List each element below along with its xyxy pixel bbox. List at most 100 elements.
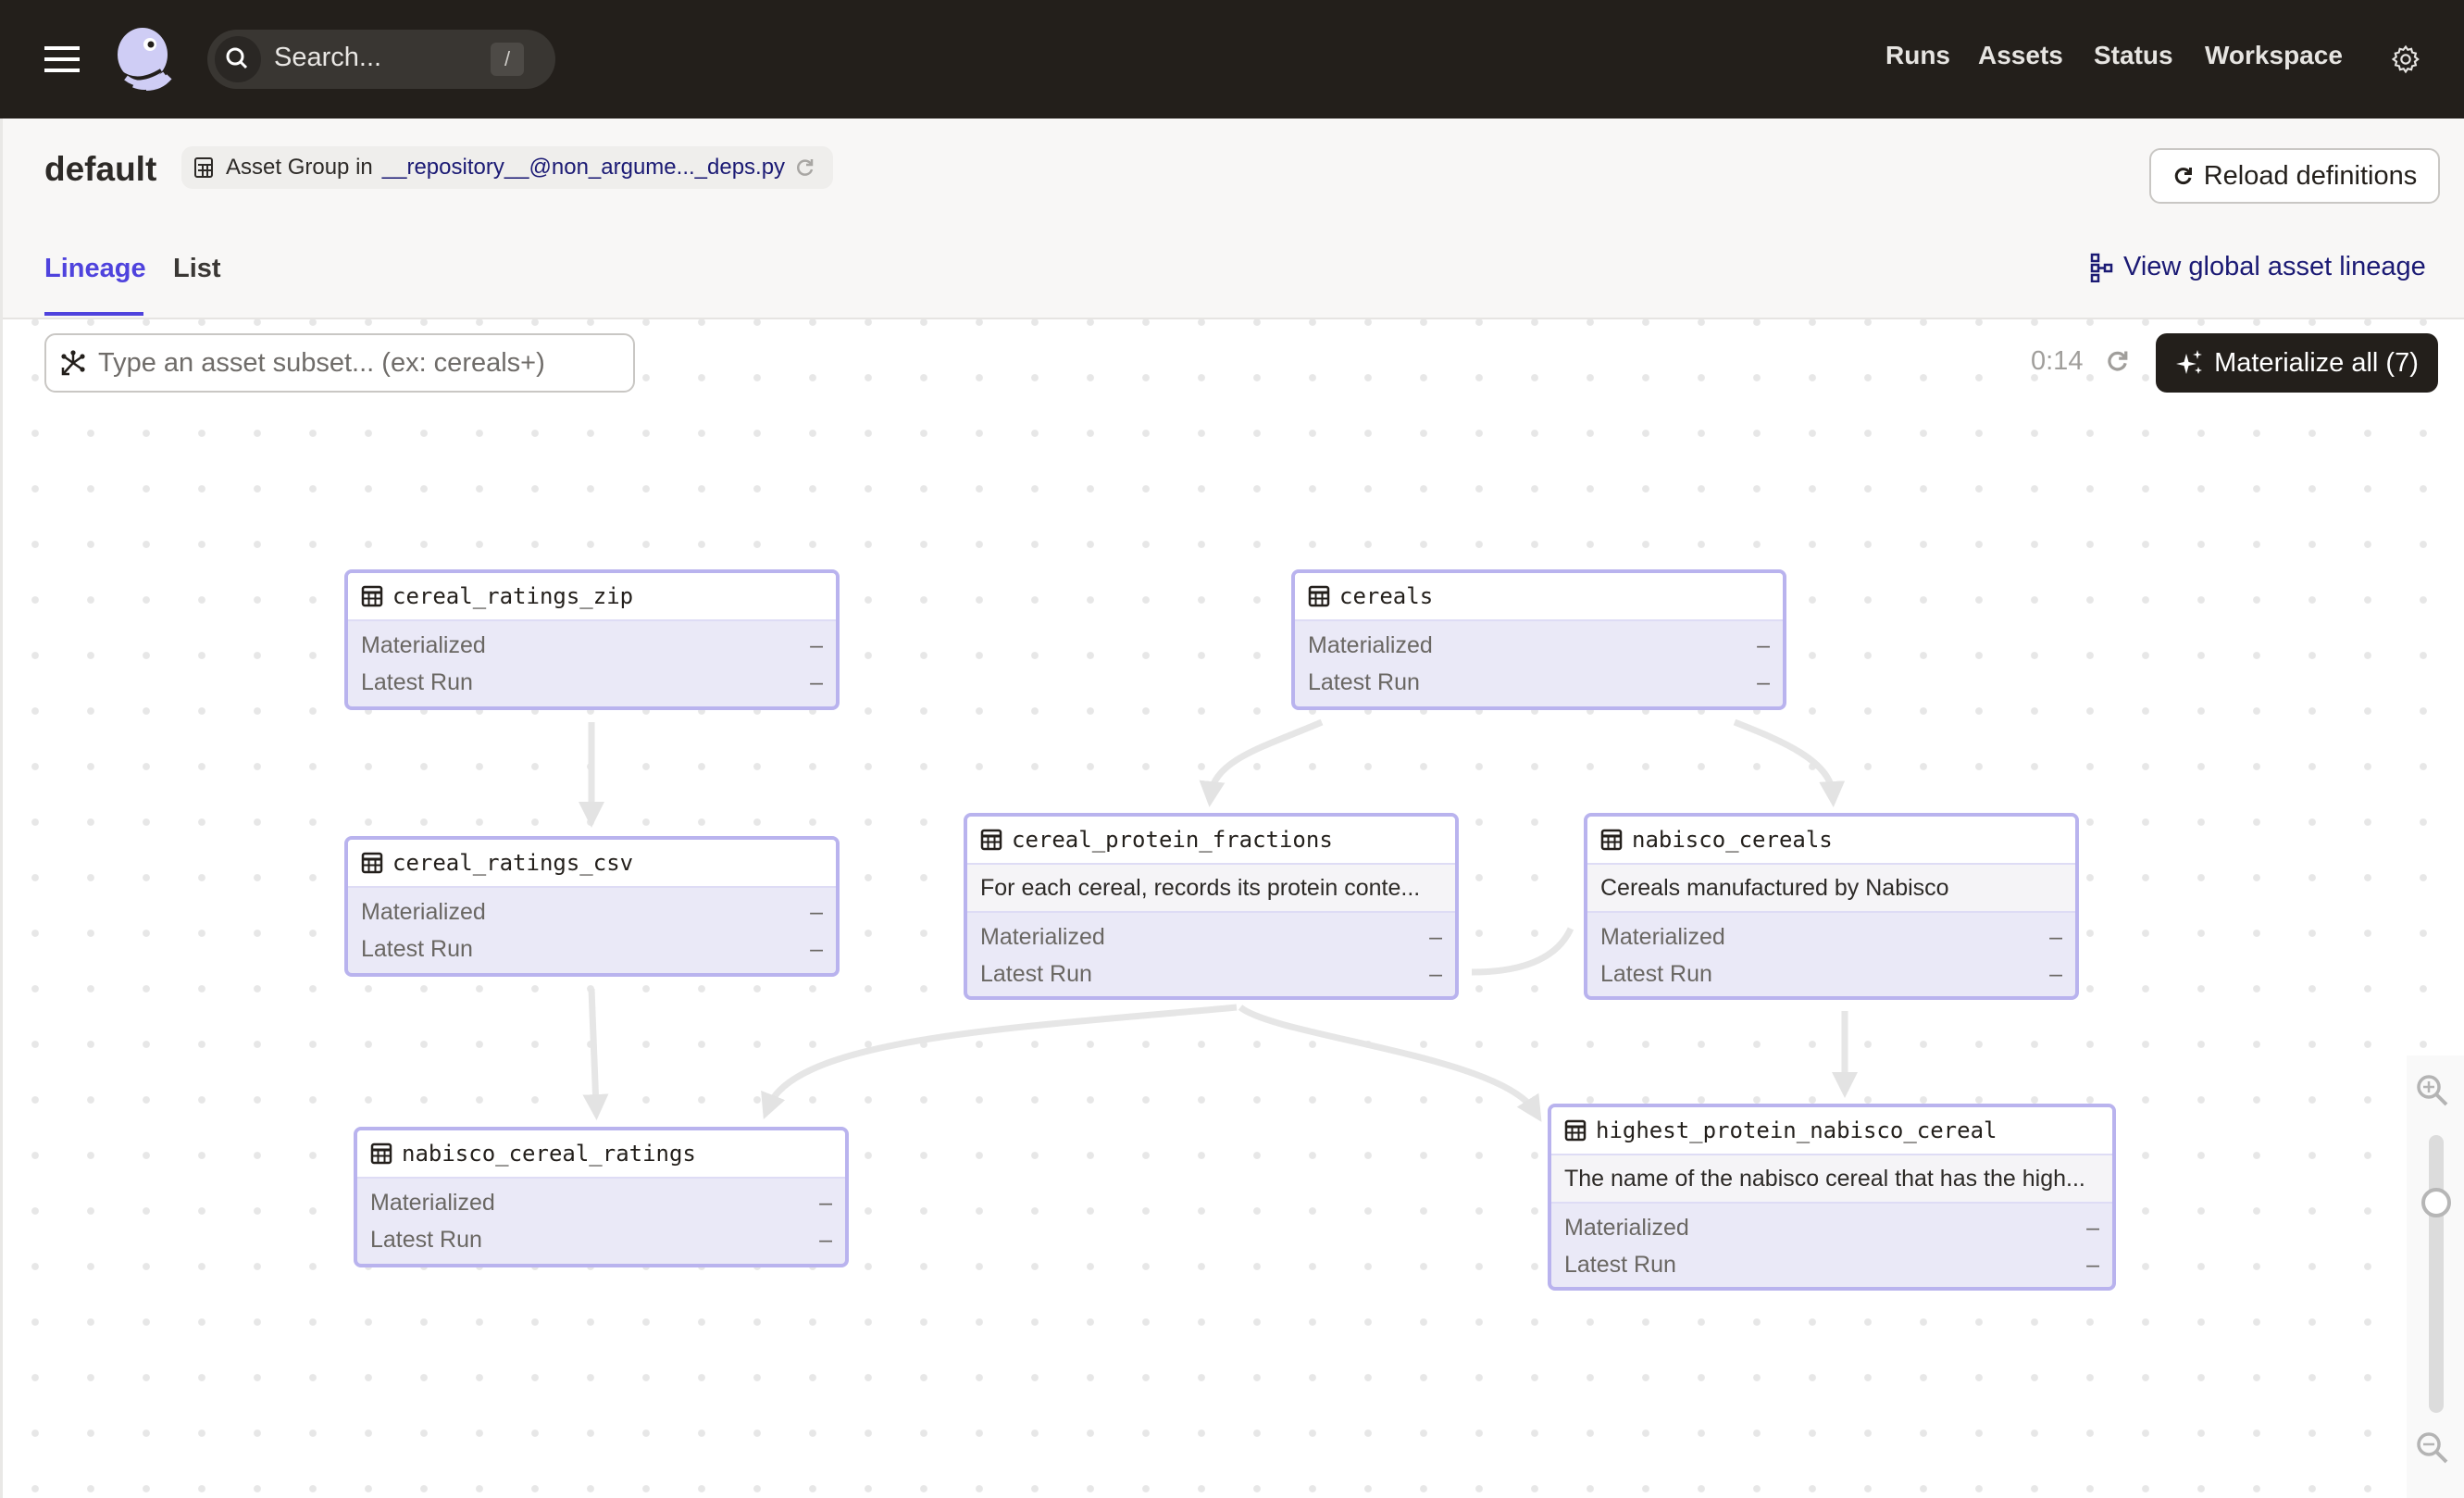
latest-run-label: Latest Run bbox=[980, 960, 1092, 987]
zoom-out-icon[interactable] bbox=[2414, 1429, 2451, 1467]
materialized-row: Materialized – bbox=[1295, 627, 1783, 664]
asset-node-cereals[interactable]: cereals Materialized – Latest Run – bbox=[1291, 569, 1786, 710]
page-header: default Asset Group in __repository__@no… bbox=[0, 119, 2464, 1498]
asset-name[interactable]: nabisco_cereals bbox=[1632, 827, 1833, 853]
top-navigation-bar: Search... / Runs Assets Status Workspace bbox=[0, 0, 2464, 119]
table-icon bbox=[980, 829, 1002, 851]
lineage-graph-icon bbox=[2090, 253, 2113, 282]
asset-node-header: nabisco_cereals bbox=[1587, 817, 2075, 865]
latest-run-value[interactable]: – bbox=[819, 1227, 832, 1254]
asset-node-cereal-ratings-csv[interactable]: cereal_ratings_csv Materialized – Latest Ru… bbox=[344, 836, 840, 977]
table-icon bbox=[1600, 829, 1623, 851]
asset-name[interactable]: cereals bbox=[1339, 583, 1433, 609]
reload-location-icon[interactable] bbox=[794, 156, 816, 179]
asset-group-icon bbox=[194, 157, 213, 178]
table-icon bbox=[370, 1142, 392, 1165]
materialized-row: Materialized – bbox=[1587, 918, 2075, 955]
reload-definitions-label: Reload definitions bbox=[2203, 160, 2418, 191]
materialized-label: Materialized bbox=[1308, 631, 1433, 658]
materialized-row: Materialized – bbox=[348, 627, 836, 664]
materialized-row: Materialized – bbox=[357, 1184, 845, 1221]
materialize-all-label: Materialize all (7) bbox=[2214, 347, 2419, 378]
search-placeholder: Search... bbox=[274, 43, 382, 72]
active-tab-indicator bbox=[44, 312, 143, 316]
table-icon bbox=[1308, 585, 1330, 607]
search-icon bbox=[215, 36, 261, 82]
zoom-slider-handle[interactable] bbox=[2421, 1188, 2451, 1217]
materialized-value: – bbox=[810, 898, 823, 925]
asset-node-cereal-protein-fractions[interactable]: cereal_protein_fractions For each cereal,… bbox=[964, 813, 1459, 1000]
refresh-countdown: 0:14 bbox=[2031, 346, 2084, 376]
latest-run-row: Latest Run – bbox=[348, 664, 836, 701]
latest-run-value[interactable]: – bbox=[2086, 1252, 2099, 1279]
latest-run-label: Latest Run bbox=[370, 1226, 482, 1253]
asset-node-header: cereal_ratings_zip bbox=[348, 573, 836, 621]
latest-run-value[interactable]: – bbox=[1757, 669, 1770, 696]
asset-name[interactable]: nabisco_cereal_ratings bbox=[402, 1141, 696, 1167]
materialized-value: – bbox=[2086, 1214, 2099, 1241]
materialized-label: Materialized bbox=[361, 898, 486, 925]
asset-name[interactable]: cereal_protein_fractions bbox=[1012, 827, 1333, 853]
zoom-in-icon[interactable] bbox=[2414, 1072, 2451, 1109]
nav-assets[interactable]: Assets bbox=[1978, 41, 2063, 70]
asset-subset-filter[interactable] bbox=[44, 333, 635, 393]
refresh-data-icon[interactable] bbox=[2105, 348, 2131, 374]
zoom-slider-track[interactable] bbox=[2429, 1135, 2444, 1413]
hamburger-menu-icon[interactable] bbox=[44, 46, 80, 72]
latest-run-value[interactable]: – bbox=[1429, 961, 1442, 988]
asset-node-nabisco-cereals[interactable]: nabisco_cereals Cereals manufactured by N… bbox=[1584, 813, 2079, 1000]
materialized-value: – bbox=[2049, 923, 2062, 950]
latest-run-row: Latest Run – bbox=[348, 930, 836, 967]
asset-group-label: Asset Group in bbox=[226, 155, 373, 180]
materialized-label: Materialized bbox=[980, 923, 1105, 950]
materialized-value: – bbox=[810, 631, 823, 658]
tab-lineage[interactable]: Lineage bbox=[44, 254, 146, 284]
gear-icon[interactable] bbox=[2390, 44, 2421, 75]
asset-subset-input[interactable] bbox=[96, 346, 618, 380]
asset-node-nabisco-cereal-ratings[interactable]: nabisco_cereal_ratings Materialized – Lates… bbox=[354, 1127, 849, 1267]
reload-definitions-button[interactable]: Reload definitions bbox=[2149, 148, 2440, 204]
materialized-row: Materialized – bbox=[348, 893, 836, 930]
view-global-lineage-label: View global asset lineage bbox=[2123, 252, 2426, 281]
latest-run-row: Latest Run – bbox=[967, 955, 1455, 992]
search-box[interactable]: Search... / bbox=[207, 30, 555, 89]
latest-run-value[interactable]: – bbox=[2049, 961, 2062, 988]
latest-run-row: Latest Run – bbox=[357, 1221, 845, 1258]
latest-run-value[interactable]: – bbox=[810, 936, 823, 963]
asset-node-header: cereal_protein_fractions bbox=[967, 817, 1455, 865]
repository-link[interactable]: __repository__@non_argume..._deps.py bbox=[382, 155, 785, 181]
tab-list[interactable]: List bbox=[173, 254, 221, 284]
nav-runs[interactable]: Runs bbox=[1885, 41, 1950, 70]
nav-status[interactable]: Status bbox=[2094, 41, 2173, 70]
asset-node-header: highest_protein_nabisco_cereal bbox=[1551, 1107, 2112, 1155]
latest-run-value[interactable]: – bbox=[810, 669, 823, 696]
latest-run-label: Latest Run bbox=[361, 668, 473, 695]
asset-name[interactable]: cereal_ratings_zip bbox=[392, 583, 633, 609]
latest-run-row: Latest Run – bbox=[1295, 664, 1783, 701]
asset-name[interactable]: cereal_ratings_csv bbox=[392, 850, 633, 876]
materialized-value: – bbox=[819, 1189, 832, 1216]
latest-run-label: Latest Run bbox=[1564, 1251, 1676, 1278]
dagster-logo[interactable] bbox=[109, 24, 180, 94]
asset-description: The name of the nabisco cereal that has … bbox=[1551, 1155, 2112, 1204]
latest-run-row: Latest Run – bbox=[1587, 955, 2075, 992]
materialized-label: Materialized bbox=[1600, 923, 1725, 950]
asset-node-cereal-ratings-zip[interactable]: cereal_ratings_zip Materialized – Latest Ru… bbox=[344, 569, 840, 710]
asset-node-header: nabisco_cereal_ratings bbox=[357, 1130, 845, 1179]
materialized-row: Materialized – bbox=[967, 918, 1455, 955]
view-global-lineage-link[interactable]: View global asset lineage bbox=[2090, 252, 2426, 282]
asset-node-highest-protein-nabisco-cereal[interactable]: highest_protein_nabisco_cereal The name o… bbox=[1548, 1104, 2116, 1291]
refresh-icon bbox=[2174, 168, 2192, 185]
nav-workspace[interactable]: Workspace bbox=[2205, 41, 2343, 70]
search-shortcut-key: / bbox=[491, 43, 524, 76]
materialized-value: – bbox=[1757, 631, 1770, 658]
latest-run-row: Latest Run – bbox=[1551, 1246, 2112, 1283]
materialized-label: Materialized bbox=[361, 631, 486, 658]
sparkles-icon bbox=[2176, 350, 2203, 374]
materialize-all-button[interactable]: Materialize all (7) bbox=[2156, 333, 2438, 393]
materialized-row: Materialized – bbox=[1551, 1209, 2112, 1246]
table-icon bbox=[1564, 1119, 1587, 1142]
asset-group-location: Asset Group in __repository__@non_argume… bbox=[181, 146, 834, 189]
canvas-left-border bbox=[0, 319, 3, 1498]
asset-name[interactable]: highest_protein_nabisco_cereal bbox=[1596, 1117, 1997, 1143]
